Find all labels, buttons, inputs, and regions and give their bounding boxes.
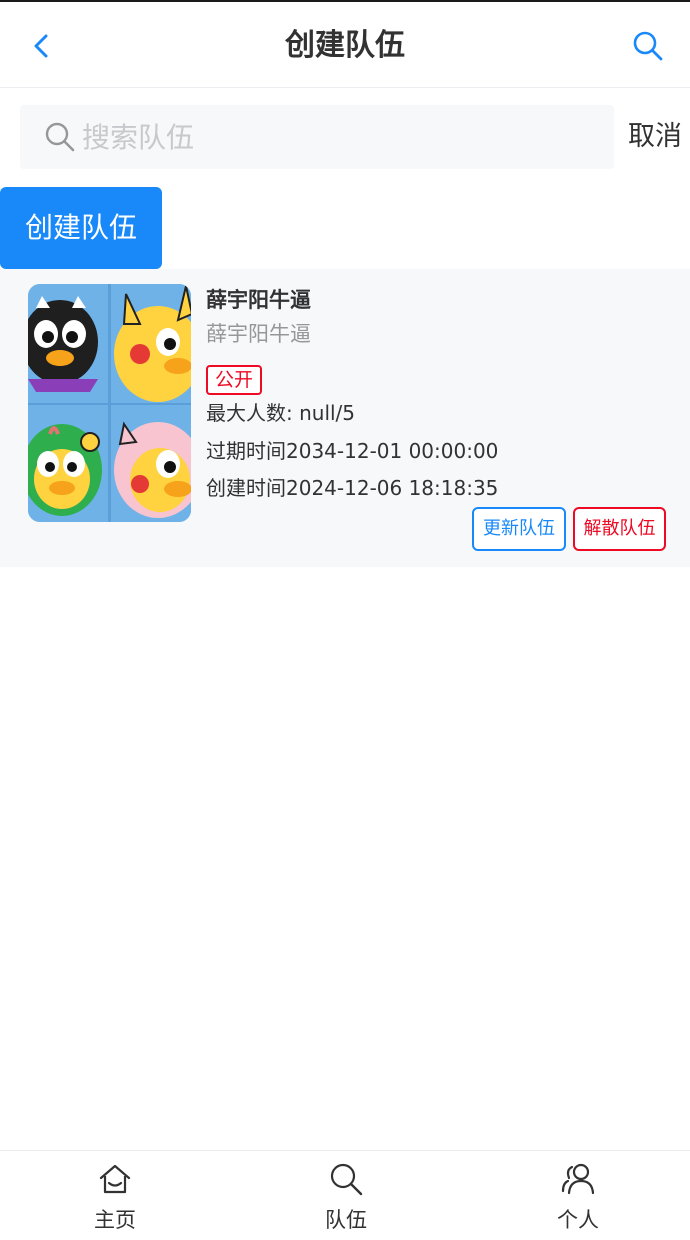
- team-avatar-image: [28, 284, 191, 522]
- team-name: 薛宇阳牛逼: [206, 288, 311, 312]
- search-box: [20, 105, 614, 169]
- tab-bar: 主页 队伍 个人: [0, 1150, 690, 1240]
- team-card[interactable]: 薛宇阳牛逼 薛宇阳牛逼 公开 最大人数: null/5 过期时间2034-12-…: [0, 269, 690, 567]
- status-badge: 公开: [206, 365, 263, 395]
- search-icon: [633, 31, 663, 61]
- create-time-text: 创建时间2024-12-06 18:18:35: [206, 476, 499, 500]
- cancel-button[interactable]: 取消: [628, 118, 682, 156]
- tab-team[interactable]: 队伍: [231, 1151, 461, 1240]
- create-team-button[interactable]: 创建队伍: [0, 187, 162, 269]
- tab-profile-label: 个人: [557, 1208, 599, 1232]
- dissolve-team-button[interactable]: 解散队伍: [573, 507, 666, 551]
- tab-home[interactable]: 主页: [0, 1151, 230, 1240]
- page-title: 创建队伍: [285, 28, 405, 63]
- team-description: 薛宇阳牛逼: [206, 322, 311, 346]
- expire-time-text: 过期时间2034-12-01 00:00:00: [206, 439, 499, 463]
- search-icon: [45, 122, 75, 152]
- home-icon: [99, 1164, 131, 1194]
- search-icon: [330, 1163, 363, 1196]
- tab-home-label: 主页: [94, 1208, 136, 1232]
- update-team-button[interactable]: 更新队伍: [472, 507, 566, 551]
- page: 创建队伍 取消 创建队伍: [0, 0, 690, 1240]
- nav-bar: 创建队伍: [0, 0, 690, 88]
- friends-icon: [561, 1163, 595, 1195]
- tab-profile[interactable]: 个人: [463, 1151, 690, 1240]
- max-members-text: 最大人数: null/5: [206, 401, 356, 425]
- search-input[interactable]: [82, 113, 602, 161]
- duck-stickers-image: [28, 284, 191, 522]
- tab-team-label: 队伍: [325, 1208, 367, 1232]
- nav-search-button[interactable]: [628, 26, 668, 66]
